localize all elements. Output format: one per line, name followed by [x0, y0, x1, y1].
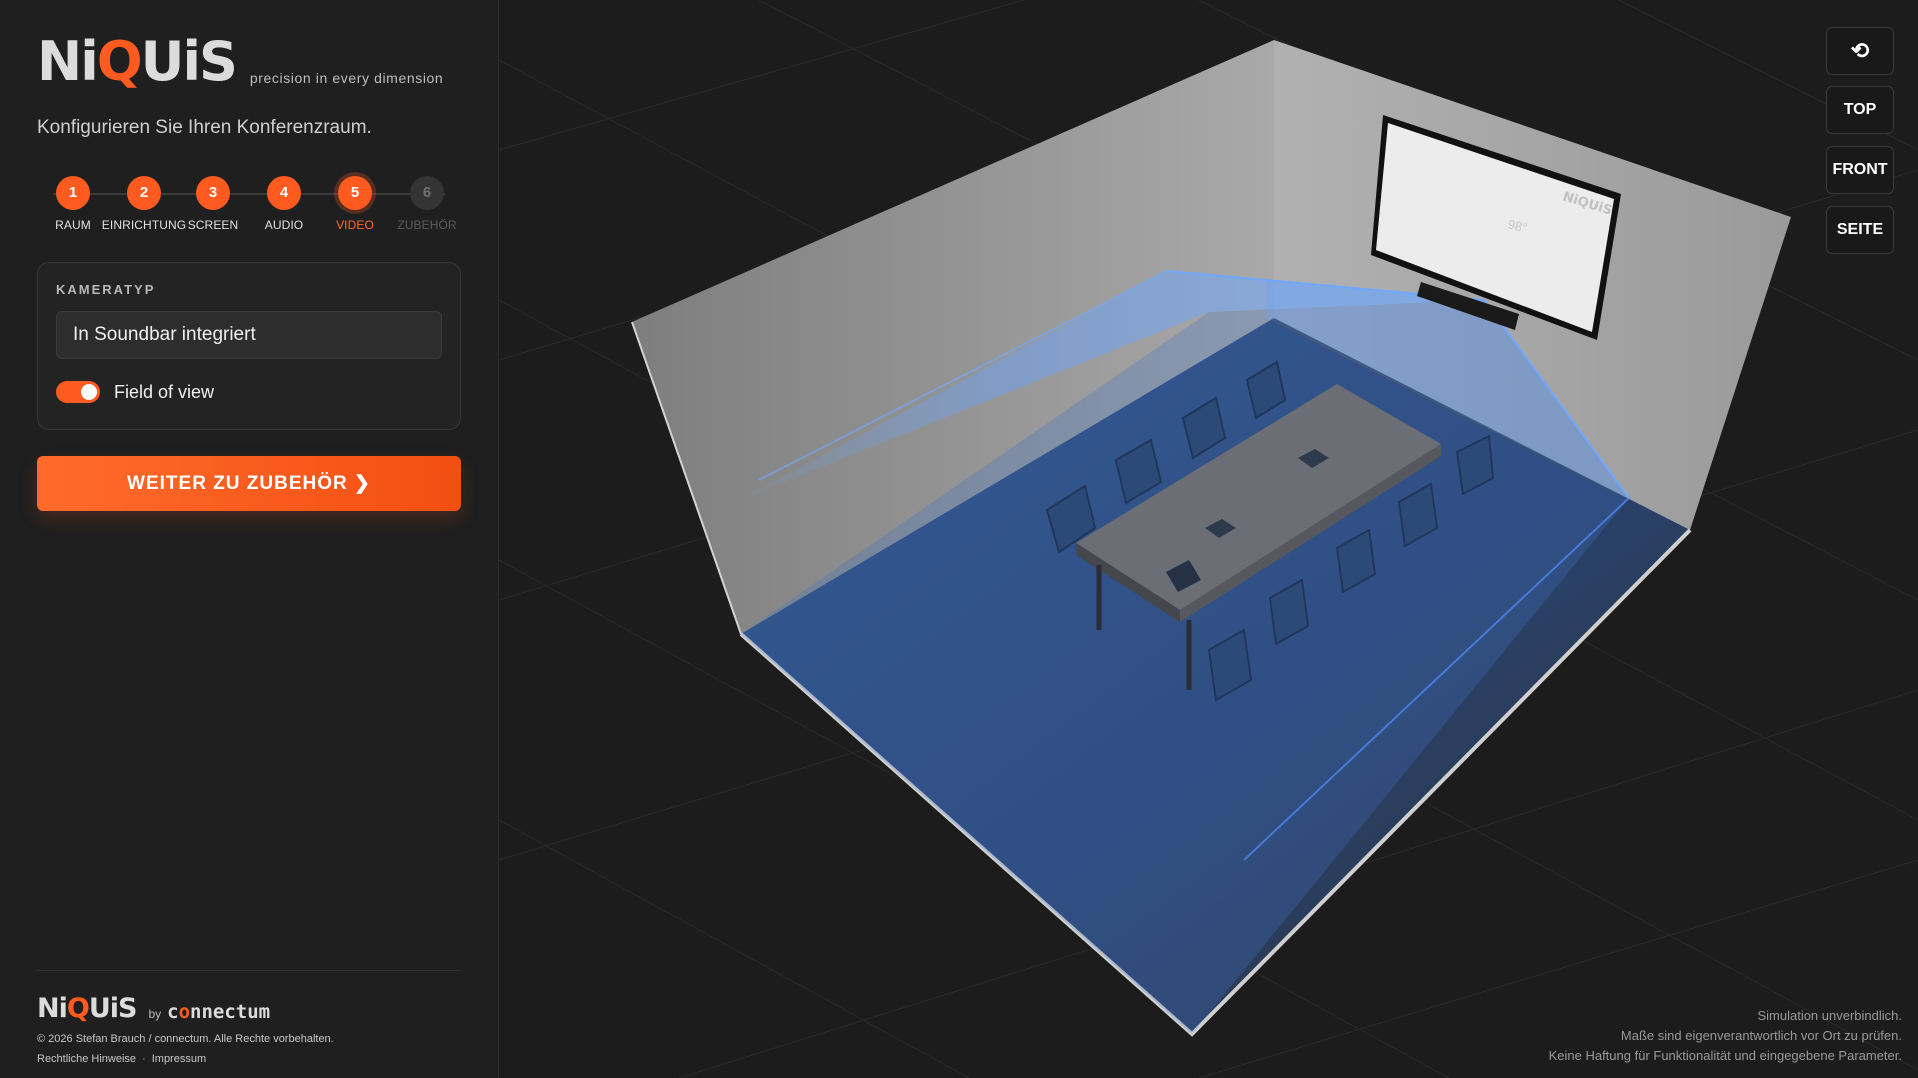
field-of-view-label: Field of view	[114, 381, 215, 402]
footer-divider	[37, 970, 461, 971]
camera-type-card: KAMERATYP In Soundbar integriert Field o…	[37, 262, 461, 430]
camera-type-select[interactable]: In Soundbar integriert	[56, 311, 442, 359]
room-3d-viewport[interactable]: 98° NiQUiS ⟲ TOP FRONT SEITE Simulation …	[499, 0, 1918, 1078]
niquis-logo: Ni Q UiS	[37, 30, 238, 93]
page-subtitle: Konfigurieren Sie Ihren Konferenzraum.	[37, 117, 372, 138]
brand-tagline: precision in every dimension	[249, 70, 444, 86]
view-side-button[interactable]: SEITE	[1826, 206, 1894, 254]
view-top-button[interactable]: TOP	[1826, 86, 1894, 134]
room-scene: 98° NiQUiS	[499, 0, 1918, 1078]
view-front-button[interactable]: FRONT	[1826, 146, 1894, 194]
impressum-link[interactable]: Impressum	[152, 1053, 206, 1065]
connectum-logo: connectum	[167, 1001, 271, 1023]
footer-by: by	[148, 1007, 162, 1021]
step-zubehoer: 6 ZUBEHÖR	[377, 176, 477, 232]
brand-header: Ni Q UiS precision in every dimension	[37, 30, 443, 90]
footer-brand: Ni Q UiS by connectum	[37, 993, 271, 1024]
camera-type-title: KAMERATYP	[56, 282, 156, 297]
footer-niquis-logo: Ni Q UiS	[37, 993, 137, 1024]
sidebar: Ni Q UiS precision in every dimension Konf…	[0, 0, 499, 1078]
toggle-knob	[81, 384, 97, 400]
disclaimer: Simulation unverbindlich. Maße sind eige…	[1548, 1008, 1902, 1063]
reset-view-button[interactable]: ⟲	[1826, 27, 1894, 75]
copyright-text: © 2026 Stefan Brauch / connectum. Alle R…	[37, 1033, 334, 1045]
legal-notice-link[interactable]: Rechtliche Hinweise	[37, 1053, 136, 1065]
reset-rotate-icon: ⟲	[1850, 38, 1870, 63]
next-step-button[interactable]: WEITER ZU ZUBEHÖR ❯	[37, 456, 461, 511]
legal-links: Rechtliche Hinweise · Impressum	[37, 1053, 206, 1065]
separator-dot: ·	[142, 1053, 146, 1065]
field-of-view-toggle[interactable]	[56, 381, 100, 403]
field-of-view-row: Field of view	[56, 381, 214, 403]
step-progress: 1 RAUM 2 EINRICHTUNG 3 SCREEN 4 AUDIO 5 …	[37, 176, 461, 240]
